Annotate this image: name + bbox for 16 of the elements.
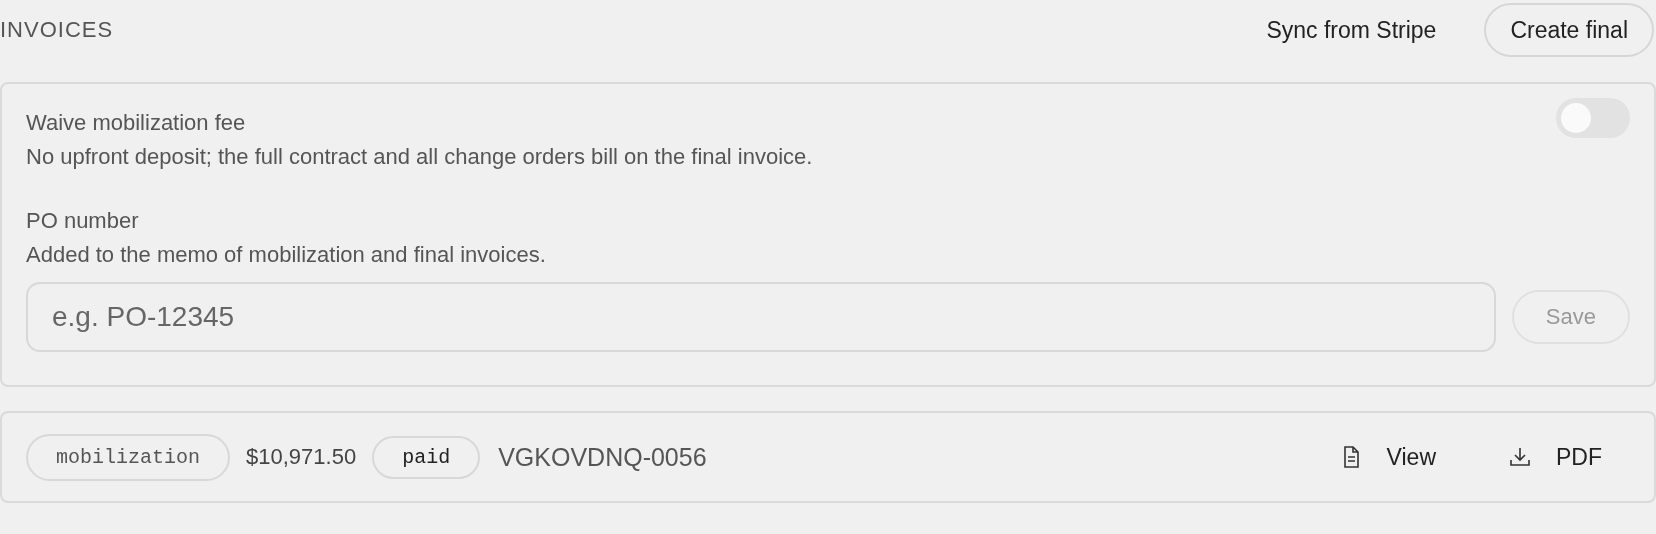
- create-button[interactable]: Create final: [1484, 3, 1654, 57]
- download-icon: [1508, 445, 1532, 469]
- invoice-number: VGKOVDNQ-0056: [498, 442, 708, 472]
- field-label: PO number: [26, 207, 140, 235]
- status-tag: paid: [372, 435, 481, 479]
- view-button[interactable]: View: [1310, 432, 1464, 482]
- invoice-amount: $10,971.50: [246, 444, 357, 470]
- toggle-switch[interactable]: [1556, 98, 1630, 138]
- setting-label: Waive mobilization fee: [26, 109, 247, 137]
- field-description: Added to the memo of mobilization and final invoices.: [26, 241, 547, 269]
- setting-description: No upfront deposit; the full contract and all change orders bill on the final invoice.: [26, 143, 814, 171]
- sync-button[interactable]: Sync from Stripe: [1242, 3, 1461, 57]
- type-tag: mobilization: [26, 433, 231, 481]
- section-title: INVOICES: [0, 17, 115, 43]
- po-number-field[interactable]: e.g. PO-12345: [26, 282, 1496, 352]
- pdf-button[interactable]: PDF: [1480, 432, 1630, 482]
